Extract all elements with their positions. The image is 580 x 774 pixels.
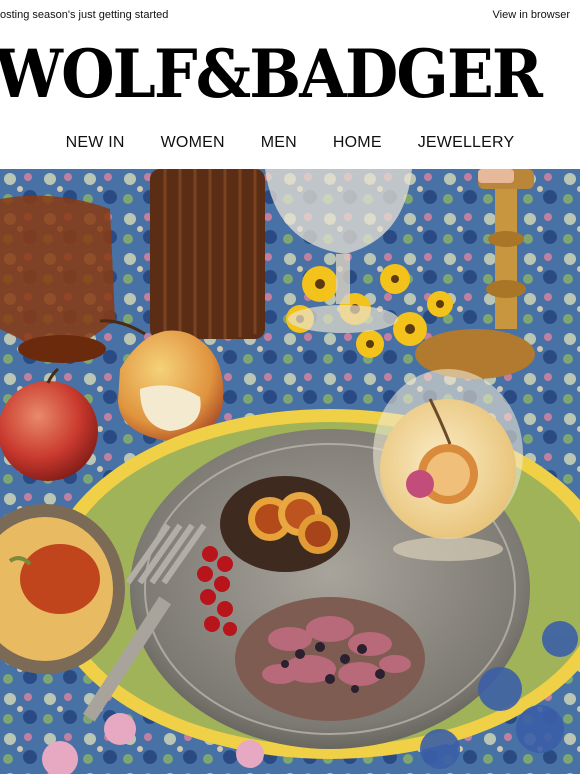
nav-item-jewellery[interactable]: JEWELLERY xyxy=(400,134,533,152)
nav-item-home[interactable]: HOME xyxy=(315,134,400,152)
view-in-browser-link[interactable]: View in browser xyxy=(493,9,570,21)
wolf-badger-logo[interactable]: WOLF&BADGER xyxy=(0,30,543,118)
top-bar: osting season's just getting started Vie… xyxy=(0,0,580,30)
main-nav: NEW IN WOMEN MEN HOME JEWELLERY xyxy=(0,118,580,168)
nav-item-new-in[interactable]: NEW IN xyxy=(48,134,143,152)
nav-item-men[interactable]: MEN xyxy=(243,134,315,152)
nav-item-women[interactable]: WOMEN xyxy=(143,134,243,152)
logo-area: WOLF&BADGER xyxy=(0,30,580,118)
hero-image[interactable] xyxy=(0,169,580,774)
preheader-text: osting season's just getting started xyxy=(0,9,169,21)
